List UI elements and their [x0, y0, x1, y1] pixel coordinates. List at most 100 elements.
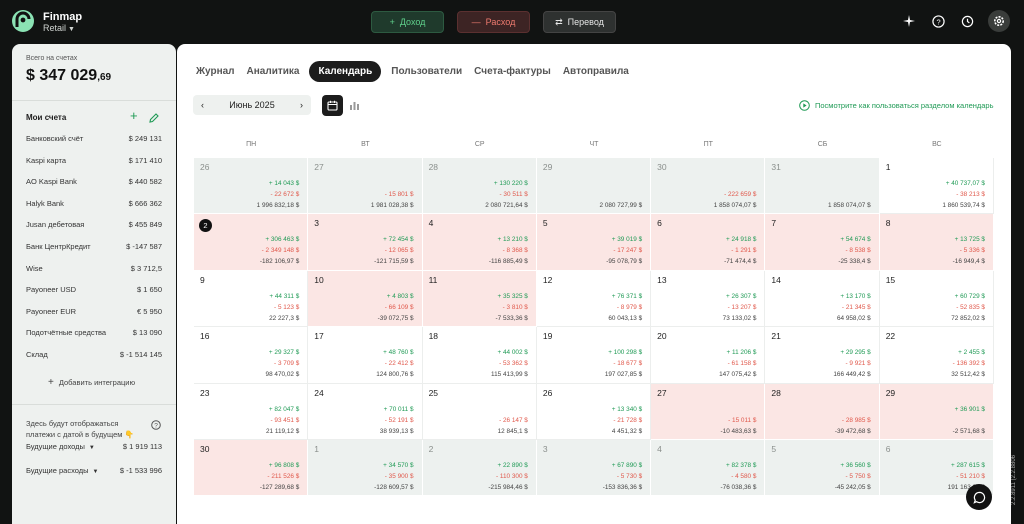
calendar-day-cell[interactable]: 23 + 82 047 $ - 93 451 $ 21 119,12 $	[194, 383, 309, 440]
transfer-icon: ⇄	[555, 16, 563, 27]
calendar-day-cell[interactable]: 3 + 72 454 $ - 12 065 $ -121 715,59 $	[308, 214, 423, 271]
account-row[interactable]: Банковский счёт $ 249 131	[26, 134, 162, 156]
calendar-day-cell[interactable]: 6 + 24 918 $ - 1 291 $ -71 474,4 $	[651, 214, 766, 271]
calendar-day-cell[interactable]: 16 + 29 327 $ - 3 709 $ 98 470,02 $	[194, 327, 309, 384]
chat-support-icon[interactable]	[966, 484, 992, 510]
tab-item[interactable]: Автоправила	[557, 61, 635, 82]
calendar-day-cell[interactable]: 8 + 13 725 $ - 5 336 $ -16 949,4 $	[879, 214, 994, 271]
tab-item[interactable]: Счета-фактуры	[468, 61, 557, 82]
calendar-day-cell[interactable]: 27 - 15 801 $ 1 981 028,38 $	[308, 158, 423, 215]
calendar-day-cell[interactable]: 14 + 13 170 $ - 21 345 $ 64 958,02 $	[765, 270, 880, 328]
calendar-day-cell[interactable]: 2 + 22 890 $ - 110 300 $ -215 984,46 $	[422, 439, 537, 497]
tab-item[interactable]: Пользователи	[385, 61, 468, 82]
section-tabs: Журнал Аналитика Календарь Пользователи Счет…	[190, 61, 635, 82]
calendar-day-cell[interactable]: 17 + 48 760 $ - 22 412 $ 124 800,76 $	[308, 327, 423, 384]
calendar-day-cell[interactable]: 28 + 130 220 $ - 30 511 $ 2 080 721,64 $	[422, 158, 537, 215]
calendar-day-cell[interactable]: 11 + 35 325 $ - 3 810 $ -7 533,36 $	[422, 270, 537, 328]
account-amount: $ -1 514 145	[119, 349, 162, 359]
account-row[interactable]: Wise $ 3 712,5	[26, 264, 162, 286]
calendar-day-cell[interactable]: 2 + 306 463 $ - 2 349 148 $ -182 106,97 $	[194, 214, 309, 271]
tab-item[interactable]: Календарь	[309, 61, 382, 82]
finmap-logo-icon[interactable]	[11, 9, 35, 33]
add-account-plus-icon[interactable]: +	[130, 108, 138, 123]
current-month[interactable]: Июнь 2025	[229, 100, 274, 110]
day-expense: - 22 672 $	[270, 191, 300, 198]
account-row[interactable]: Kaspi карта $ 171 410	[26, 156, 162, 178]
future-expense-label: Будущие расходы	[26, 466, 89, 475]
calendar-day-cell[interactable]: 13 + 26 307 $ - 13 207 $ 73 133,02 $	[651, 270, 766, 328]
sparkle-icon[interactable]	[900, 12, 918, 30]
account-amount: $ 3 712,5	[130, 263, 162, 273]
calendar-day-cell[interactable]: 10 + 4 803 $ - 66 109 $ -39 072,75 $	[308, 270, 423, 328]
calendar-day-cell[interactable]: 31 1 858 074,07 $	[765, 158, 880, 215]
tab-item[interactable]: Журнал	[190, 61, 241, 82]
day-number: 5	[771, 443, 777, 454]
calendar-help-link[interactable]: Посмотрите как пользоваться разделом кал…	[799, 100, 994, 111]
calendar-day-cell[interactable]: 18 + 44 002 $ - 53 362 $ 115 413,99 $	[422, 327, 537, 384]
edit-pencil-icon[interactable]	[149, 110, 159, 128]
account-row[interactable]: Jusan дебетовая $ 455 849	[26, 220, 162, 242]
calendar-day-cell[interactable]: 9 + 44 311 $ - 5 123 $ 22 227,3 $	[194, 270, 309, 328]
chevron-right-icon[interactable]: ›	[300, 100, 303, 110]
account-row[interactable]: Подотчётные средства $ 13 090	[26, 328, 162, 350]
calendar-day-cell[interactable]: 1 + 34 570 $ - 35 900 $ -128 609,57 $	[308, 439, 423, 497]
calendar-day-cell[interactable]: 29 + 36 901 $ -2 571,68 $	[879, 383, 994, 440]
calendar-day-cell[interactable]: 30 + 96 808 $ - 211 526 $ -127 289,68 $	[194, 439, 309, 497]
day-values: + 13 170 $ - 21 345 $ 64 958,02 $	[837, 291, 871, 324]
calendar-day-cell[interactable]: 19 + 100 298 $ - 18 677 $ 197 027,85 $	[536, 327, 652, 384]
calendar-day-cell[interactable]: 7 + 54 674 $ - 8 538 $ -25 338,4 $	[765, 214, 880, 271]
day-number: 4	[428, 218, 434, 229]
calendar-day-cell[interactable]: 28 - 28 985 $ -39 472,68 $	[765, 383, 880, 440]
add-transfer-button[interactable]: ⇄ Перевод	[543, 11, 616, 33]
calendar-day-cell[interactable]: 29 2 080 727,99 $	[536, 158, 652, 215]
weekday-header: ПН ВТ СР ЧТ ПТ СБ ВС	[194, 141, 994, 148]
chart-view-icon[interactable]	[345, 96, 363, 114]
day-values: + 39 019 $ - 17 247 $ -95 078,79 $	[606, 234, 642, 267]
day-expense: - 21 345 $	[841, 303, 871, 311]
account-row[interactable]: Payoneer EUR € 5 950	[26, 307, 162, 329]
day-values: 2 080 727,99 $	[599, 178, 642, 211]
calendar-day-cell[interactable]: 4 + 13 210 $ - 8 368 $ -116 885,49 $	[422, 214, 537, 271]
day-income: + 39 019 $	[611, 236, 643, 244]
calendar-day-cell[interactable]: 4 + 82 378 $ - 4 580 $ -76 038,36 $	[651, 439, 766, 497]
calendar-day-cell[interactable]: 26 + 14 043 $ - 22 672 $ 1 996 832,18 $	[194, 158, 309, 215]
calendar-day-cell[interactable]: 12 + 76 371 $ - 8 979 $ 60 043,13 $	[536, 270, 652, 328]
help-icon[interactable]: ?	[929, 12, 947, 30]
day-number: 2	[428, 443, 434, 454]
calendar-day-cell[interactable]: 21 + 29 295 $ - 9 921 $ 166 449,42 $	[765, 327, 880, 384]
chevron-down-icon: ▼	[68, 26, 75, 33]
add-expense-button[interactable]: — Расход	[457, 11, 530, 33]
day-balance: 32 512,42 $	[951, 371, 985, 379]
account-row[interactable]: Склад $ -1 514 145	[26, 350, 162, 372]
calendar-day-cell[interactable]: 3 + 67 890 $ - 5 730 $ -153 836,36 $	[536, 439, 652, 497]
calendar-day-cell[interactable]: 20 + 11 206 $ - 61 158 $ 147 075,42 $	[651, 327, 766, 384]
history-icon[interactable]	[958, 12, 976, 30]
plan-selector[interactable]: Retail ▼	[43, 23, 75, 33]
calendar-day-cell[interactable]: 30 - 222 659 $ 1 858 074,07 $	[651, 158, 766, 215]
settings-gear-icon[interactable]	[988, 10, 1010, 32]
calendar-day-cell[interactable]: 27 - 15 011 $ -10 483,63 $	[651, 383, 766, 440]
day-balance: 38 939,13 $	[379, 427, 414, 435]
chevron-left-icon[interactable]: ‹	[201, 100, 204, 110]
add-income-button[interactable]: + Доход	[371, 11, 444, 33]
account-row[interactable]: AO Kaspi Bank $ 440 582	[26, 177, 162, 199]
day-expense: - 2 349 148 $	[261, 247, 300, 255]
add-integration-button[interactable]: + Добавить интеграцию	[48, 377, 135, 388]
calendar-day-cell[interactable]: 25 - 26 147 $ 12 845,1 $	[422, 383, 537, 440]
account-row[interactable]: Банк ЦентрКредит $ -147 587	[26, 242, 162, 264]
calendar-day-cell[interactable]: 5 + 39 019 $ - 17 247 $ -95 078,79 $	[536, 214, 652, 271]
future-income-row[interactable]: Будущие доходы ▼ $ 1 919 113	[26, 442, 162, 451]
calendar-day-cell[interactable]: 1 + 40 737,07 $ - 38 213 $ 1 860 539,74 $	[879, 158, 994, 215]
calendar-day-cell[interactable]: 5 + 36 560 $ - 5 750 $ -45 242,05 $	[765, 439, 880, 497]
calendar-day-cell[interactable]: 26 + 13 340 $ - 21 728 $ 4 451,32 $	[536, 383, 652, 440]
calendar-day-cell[interactable]: 15 + 60 729 $ - 52 835 $ 72 852,02 $	[879, 270, 994, 328]
account-row[interactable]: Halyk Bank $ 666 362	[26, 199, 162, 221]
tab-item[interactable]: Аналитика	[241, 61, 306, 82]
calendar-day-cell[interactable]: 24 + 70 011 $ - 52 191 $ 38 939,13 $	[308, 383, 423, 440]
info-icon[interactable]: ?	[151, 417, 161, 435]
account-row[interactable]: Payoneer USD $ 1 650	[26, 285, 162, 307]
calendar-day-cell[interactable]: 22 + 2 455 $ - 136 392 $ 32 512,42 $	[879, 327, 994, 384]
main-panel: Журнал Аналитика Календарь Пользователи Счет…	[177, 44, 1011, 524]
calendar-view-icon[interactable]	[322, 95, 343, 116]
future-expense-row[interactable]: Будущие расходы ▼ $ -1 533 996	[26, 466, 162, 475]
